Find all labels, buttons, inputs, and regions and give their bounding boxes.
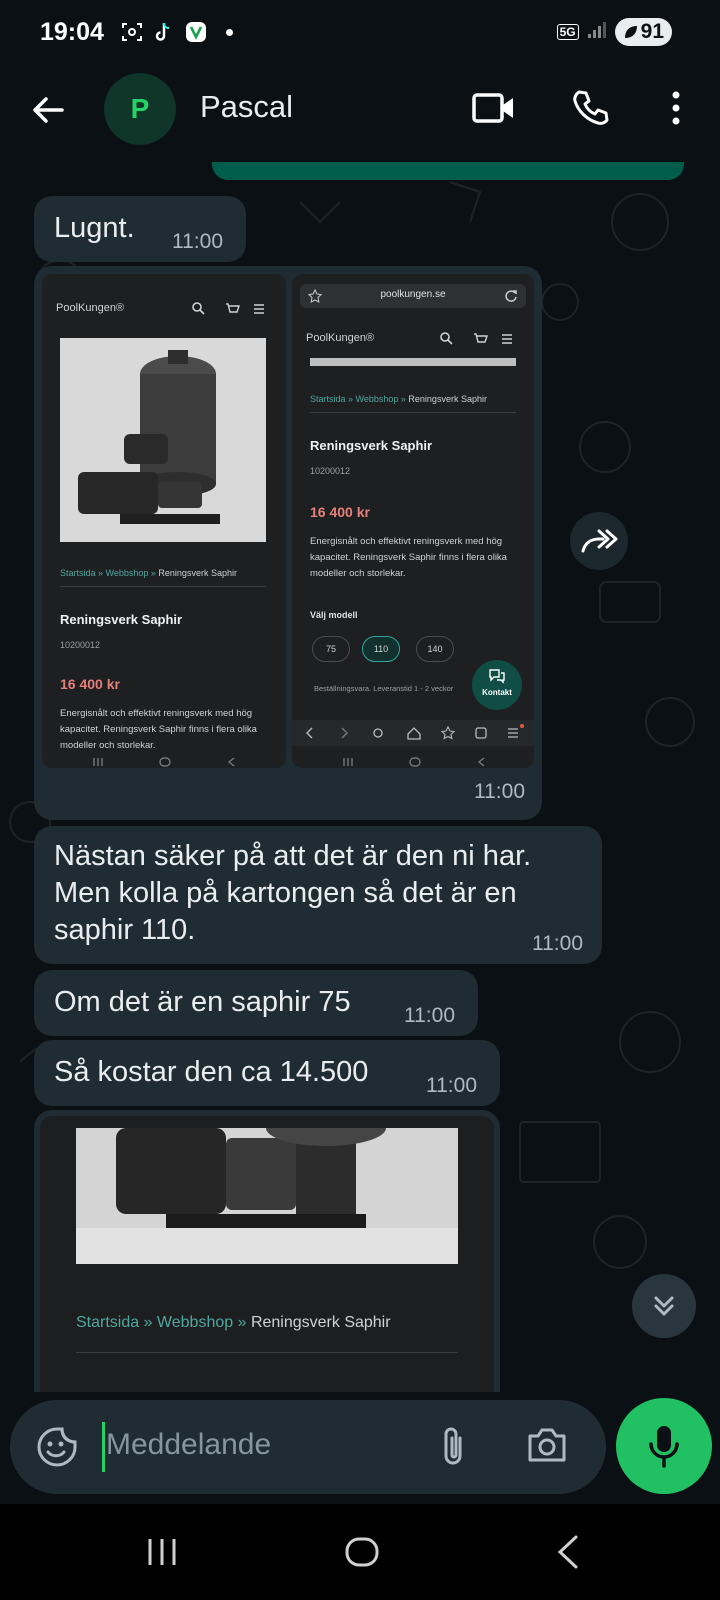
status-system-icons: 5G 91	[556, 18, 672, 46]
product-title: Reningsverk Saphir	[60, 612, 183, 627]
incoming-image-message[interactable]: Startsida » Webbshop » Reningsverk Saphi…	[34, 1110, 500, 1392]
message-text: Om det är en saphir 75	[54, 986, 351, 1018]
product-image-partial	[310, 358, 516, 366]
url-text: poolkungen.se	[380, 289, 446, 300]
battery-indicator: 91	[614, 18, 672, 46]
breadcrumb[interactable]: Startsida » Webbshop » Reningsverk Saphi…	[76, 1314, 391, 1332]
incoming-message[interactable]: Lugnt. 11:00	[34, 196, 246, 262]
delivery-info: Beställningsvara. Leveranstid 1 - 2 veck…	[314, 684, 454, 693]
model-option-140[interactable]: 140	[416, 636, 454, 662]
model-label: Välj modell	[310, 610, 358, 620]
contact-label: Kontakt	[482, 688, 512, 697]
recents-icon[interactable]	[140, 1532, 184, 1572]
app-v-icon	[184, 20, 208, 44]
avatar[interactable]: P	[104, 73, 176, 145]
back-arrow-icon[interactable]	[28, 90, 68, 130]
phone-icon[interactable]	[568, 86, 612, 130]
divider	[76, 1352, 458, 1353]
attach-icon[interactable]	[438, 1424, 478, 1470]
status-bar: 19:04 5G 91	[0, 0, 720, 66]
divider	[310, 412, 516, 413]
phone-nav-bar	[343, 757, 485, 767]
reload-icon	[505, 290, 517, 302]
status-time: 19:04	[40, 18, 104, 46]
chat-header: P Pascal	[0, 66, 720, 162]
message-text: Så kostar den ca 14.500	[54, 1056, 369, 1088]
incoming-message[interactable]: Nästan säker på att det är den ni har. M…	[34, 826, 602, 964]
contact-button[interactable]: Kontakt	[472, 660, 522, 710]
battery-level: 91	[640, 20, 664, 43]
product-sku: 10200012	[60, 640, 101, 650]
signal-icon	[587, 21, 607, 44]
message-time: 11:00	[172, 230, 223, 253]
model-option-110[interactable]: 110	[362, 636, 400, 662]
product-description: Energisnålt och effektivt reningsverk me…	[310, 536, 507, 579]
message-composer[interactable]: Meddelande	[10, 1400, 606, 1494]
camera-icon[interactable]	[526, 1426, 570, 1468]
message-time: 11:00	[474, 780, 525, 803]
browser-url-bar[interactable]: poolkungen.se	[300, 284, 526, 308]
product-price: 16 400 kr	[60, 676, 120, 692]
message-text: Nästan säker på att det är den ni har. M…	[54, 840, 532, 946]
chat-area[interactable]: Lugnt. 11:00 PoolKungen® Startsida » Web…	[0, 162, 720, 1392]
product-sku: 10200012	[310, 466, 351, 476]
home-icon[interactable]	[340, 1532, 384, 1572]
more-notifications-dot	[226, 28, 233, 36]
nav-back-icon[interactable]	[546, 1532, 590, 1572]
shop-logo: PoolKungen®	[306, 332, 375, 344]
divider	[60, 586, 266, 587]
shop-logo: PoolKungen®	[56, 302, 125, 314]
battery-saver-icon	[624, 26, 637, 38]
product-image	[76, 1110, 458, 1264]
image-left-screenshot[interactable]: PoolKungen® Startsida » Webbshop » Renin…	[42, 274, 286, 768]
phone-nav-bar	[93, 757, 235, 767]
image-screenshot[interactable]: Startsida » Webbshop » Reningsverk Saphi…	[40, 1110, 494, 1392]
message-time: 11:00	[404, 1004, 455, 1027]
breadcrumb[interactable]: Startsida » Webbshop » Reningsverk Saphi…	[310, 394, 487, 404]
incoming-image-message[interactable]: PoolKungen® Startsida » Webbshop » Renin…	[34, 266, 542, 820]
status-notification-icons	[120, 20, 233, 44]
chat-bubbles-icon	[489, 669, 505, 684]
product-price: 16 400 kr	[310, 504, 370, 520]
more-vert-icon[interactable]	[654, 86, 698, 130]
sticker-icon[interactable]	[36, 1426, 78, 1468]
contact-name[interactable]: Pascal	[200, 89, 293, 125]
tiktok-icon	[152, 20, 176, 44]
model-option-75[interactable]: 75	[312, 636, 350, 662]
product-title: Reningsverk Saphir	[310, 438, 433, 453]
incoming-message[interactable]: Om det är en saphir 75 11:00	[34, 970, 478, 1036]
message-input[interactable]: Meddelande	[106, 1428, 271, 1462]
message-text: Lugnt.	[54, 212, 135, 244]
outgoing-message-partial[interactable]	[212, 162, 684, 180]
system-navigation-bar	[0, 1504, 720, 1600]
message-time: 11:00	[426, 1074, 477, 1097]
breadcrumb[interactable]: Startsida » Webbshop » Reningsverk Saphi…	[60, 568, 237, 578]
shop-header-icons	[440, 332, 512, 345]
image-right-screenshot[interactable]: poolkungen.se PoolKungen® Startsida » We…	[292, 274, 534, 768]
product-image	[60, 338, 266, 542]
screenshot-icon	[120, 20, 144, 44]
text-cursor	[102, 1422, 105, 1472]
incoming-message[interactable]: Så kostar den ca 14.500 11:00	[34, 1040, 500, 1106]
video-call-icon[interactable]	[472, 86, 516, 130]
product-description: Energisnålt och effektivt reningsverk me…	[60, 708, 257, 751]
browser-toolbar	[292, 720, 534, 746]
message-time: 11:00	[532, 932, 583, 955]
shop-header-icons	[192, 302, 264, 315]
forward-icon[interactable]	[570, 512, 628, 570]
mic-icon[interactable]	[616, 1398, 712, 1494]
double-chevron-down-icon[interactable]	[632, 1274, 696, 1338]
network-type-label: 5G	[556, 24, 579, 40]
